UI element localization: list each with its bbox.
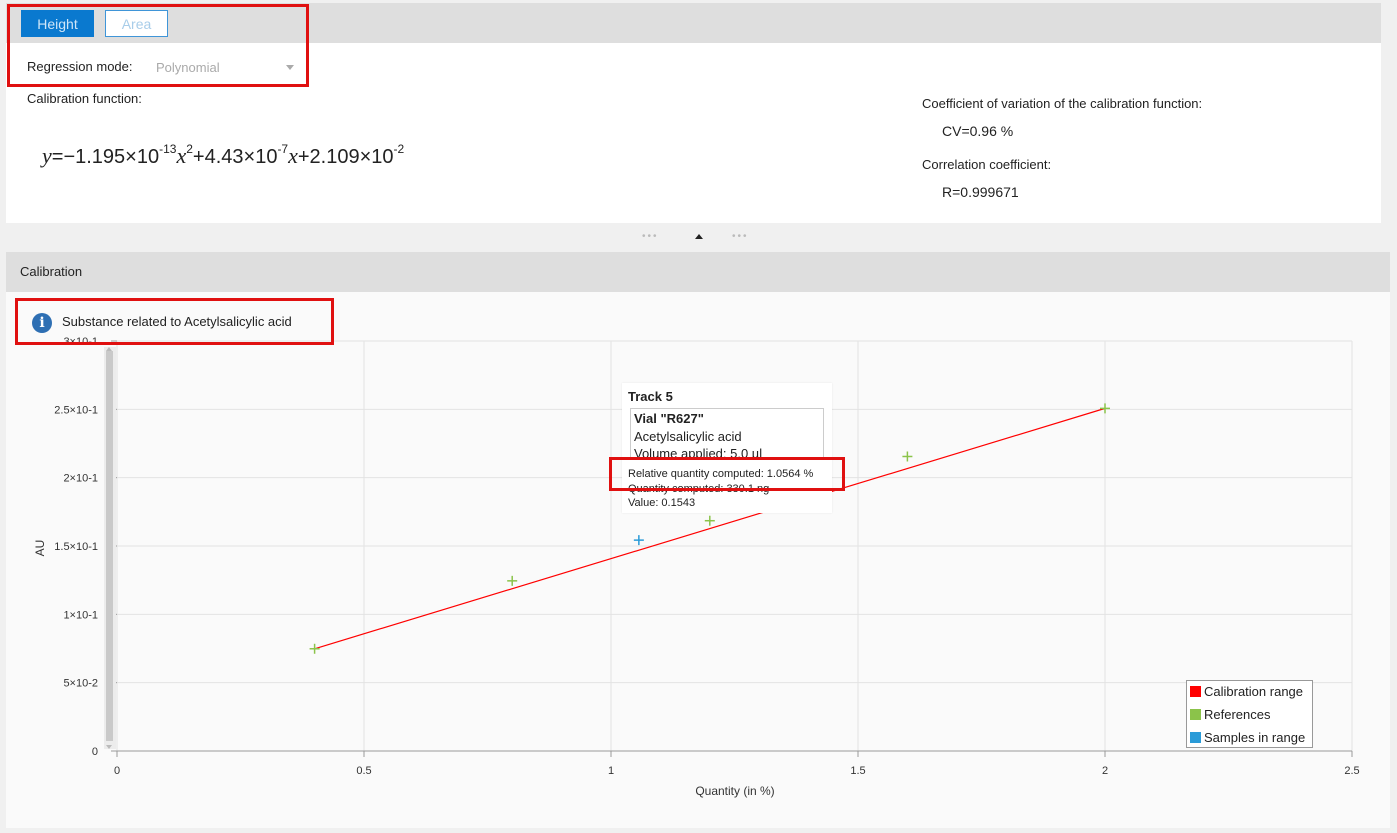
x-tick-label: 0.5 xyxy=(356,765,371,777)
y-tick-label: 0 xyxy=(92,746,98,758)
x-tick-label: 0 xyxy=(114,765,120,777)
reference-point xyxy=(507,575,518,586)
tooltip-vial-box: Vial "R627" Acetylsalicylic acid Volume … xyxy=(630,408,824,457)
tooltip-vial: Vial "R627" xyxy=(634,411,704,426)
scroll-thumb[interactable] xyxy=(106,351,113,741)
reference-point xyxy=(902,451,913,462)
legend-item-calibration[interactable]: Calibration range xyxy=(1190,684,1303,700)
tooltip-volume: Volume applied: 5.0 µl xyxy=(634,446,763,457)
sample-point xyxy=(633,535,644,546)
x-tick-label: 2 xyxy=(1102,765,1108,777)
y-axis-title: AU xyxy=(33,540,47,557)
info-icon: i xyxy=(32,313,52,333)
y-tick-label: 3×10-1 xyxy=(63,336,98,348)
y-tick-label: 2.5×10-1 xyxy=(54,404,98,416)
x-axis-title: Quantity (in %) xyxy=(695,784,774,798)
reference-point xyxy=(1100,403,1110,414)
chart-vertical-scrollbar[interactable] xyxy=(104,347,116,749)
reference-point xyxy=(309,643,320,654)
y-tick-label: 1.5×10-1 xyxy=(54,541,98,553)
tooltip-relative-quantity: Relative quantity computed: 1.0564 % xyxy=(628,468,814,480)
x-tick-label: 1 xyxy=(608,765,614,777)
chart-legend: Calibration range References Samples in … xyxy=(1186,680,1313,748)
x-tick-label: 1.5 xyxy=(850,765,865,777)
tooltip-value: Value: 0.1543 xyxy=(628,497,696,509)
legend-swatch-references xyxy=(1190,709,1201,720)
tooltip-quantity: Quantity computed: 330.1 ng xyxy=(628,483,770,495)
y-tick-label: 2×10-1 xyxy=(63,473,98,485)
legend-item-samples[interactable]: Samples in range xyxy=(1190,730,1305,746)
legend-swatch-samples xyxy=(1190,732,1201,743)
y-tick-label: 5×10-2 xyxy=(63,678,98,690)
reference-point xyxy=(704,515,715,526)
scroll-down-icon[interactable] xyxy=(106,745,112,749)
legend-swatch-calibration xyxy=(1190,686,1201,697)
substance-info-text: Substance related to Acetylsalicylic aci… xyxy=(62,314,292,329)
point-tooltip: Track 5 Vial "R627" Acetylsalicylic acid… xyxy=(622,383,832,513)
tooltip-title: Track 5 xyxy=(628,389,673,404)
x-tick-label: 2.5 xyxy=(1344,765,1359,777)
legend-item-references[interactable]: References xyxy=(1190,707,1270,723)
tooltip-substance: Acetylsalicylic acid xyxy=(634,429,742,444)
y-tick-label: 1×10-1 xyxy=(63,609,98,621)
